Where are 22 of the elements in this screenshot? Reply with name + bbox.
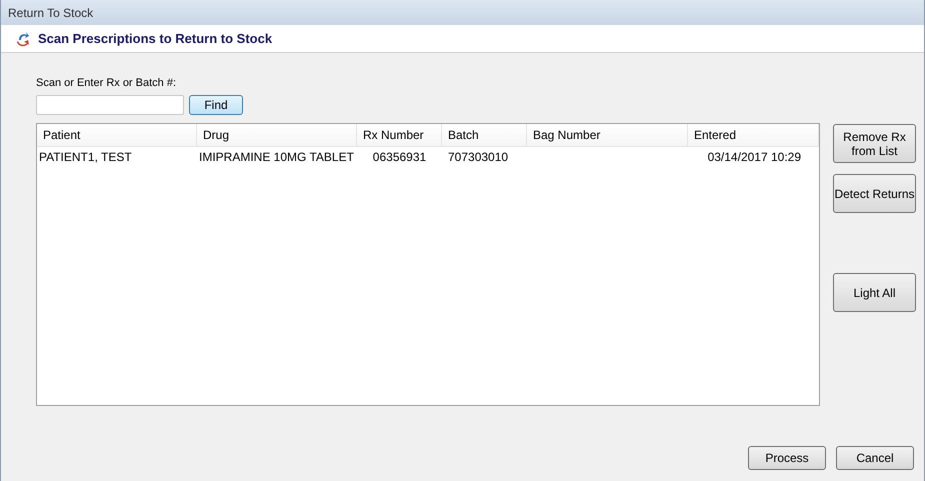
- column-header[interactable]: Batch: [442, 124, 527, 146]
- column-header[interactable]: Drug: [197, 124, 357, 146]
- window-title: Return To Stock: [8, 4, 94, 22]
- footer-button[interactable]: Cancel: [836, 446, 914, 470]
- table-cell: IMIPRAMINE 10MG TABLET: [199, 150, 354, 164]
- side-button[interactable]: Light All: [833, 273, 916, 312]
- header-title: Scan Prescriptions to Return to Stock: [38, 30, 272, 48]
- return-arrows-icon: [16, 30, 30, 46]
- column-header[interactable]: Rx Number: [357, 124, 442, 146]
- table-cell: 707303010: [448, 150, 508, 164]
- scan-label: Scan or Enter Rx or Batch #:: [36, 76, 178, 90]
- table-cell: PATIENT1, TEST: [39, 150, 132, 164]
- side-button[interactable]: Detect Returns: [833, 174, 916, 213]
- column-header[interactable]: Entered: [688, 124, 819, 146]
- column-header[interactable]: Patient: [37, 124, 197, 146]
- scan-field[interactable]: [36, 95, 184, 115]
- side-button[interactable]: Remove Rx from List: [833, 124, 916, 163]
- table-cell: 03/14/2017 10:29: [708, 150, 801, 164]
- column-header[interactable]: Bag Number: [527, 124, 688, 146]
- table-cell: 06356931: [372, 150, 426, 164]
- footer-button[interactable]: Process: [748, 446, 826, 470]
- find-button[interactable]: Find: [189, 95, 243, 115]
